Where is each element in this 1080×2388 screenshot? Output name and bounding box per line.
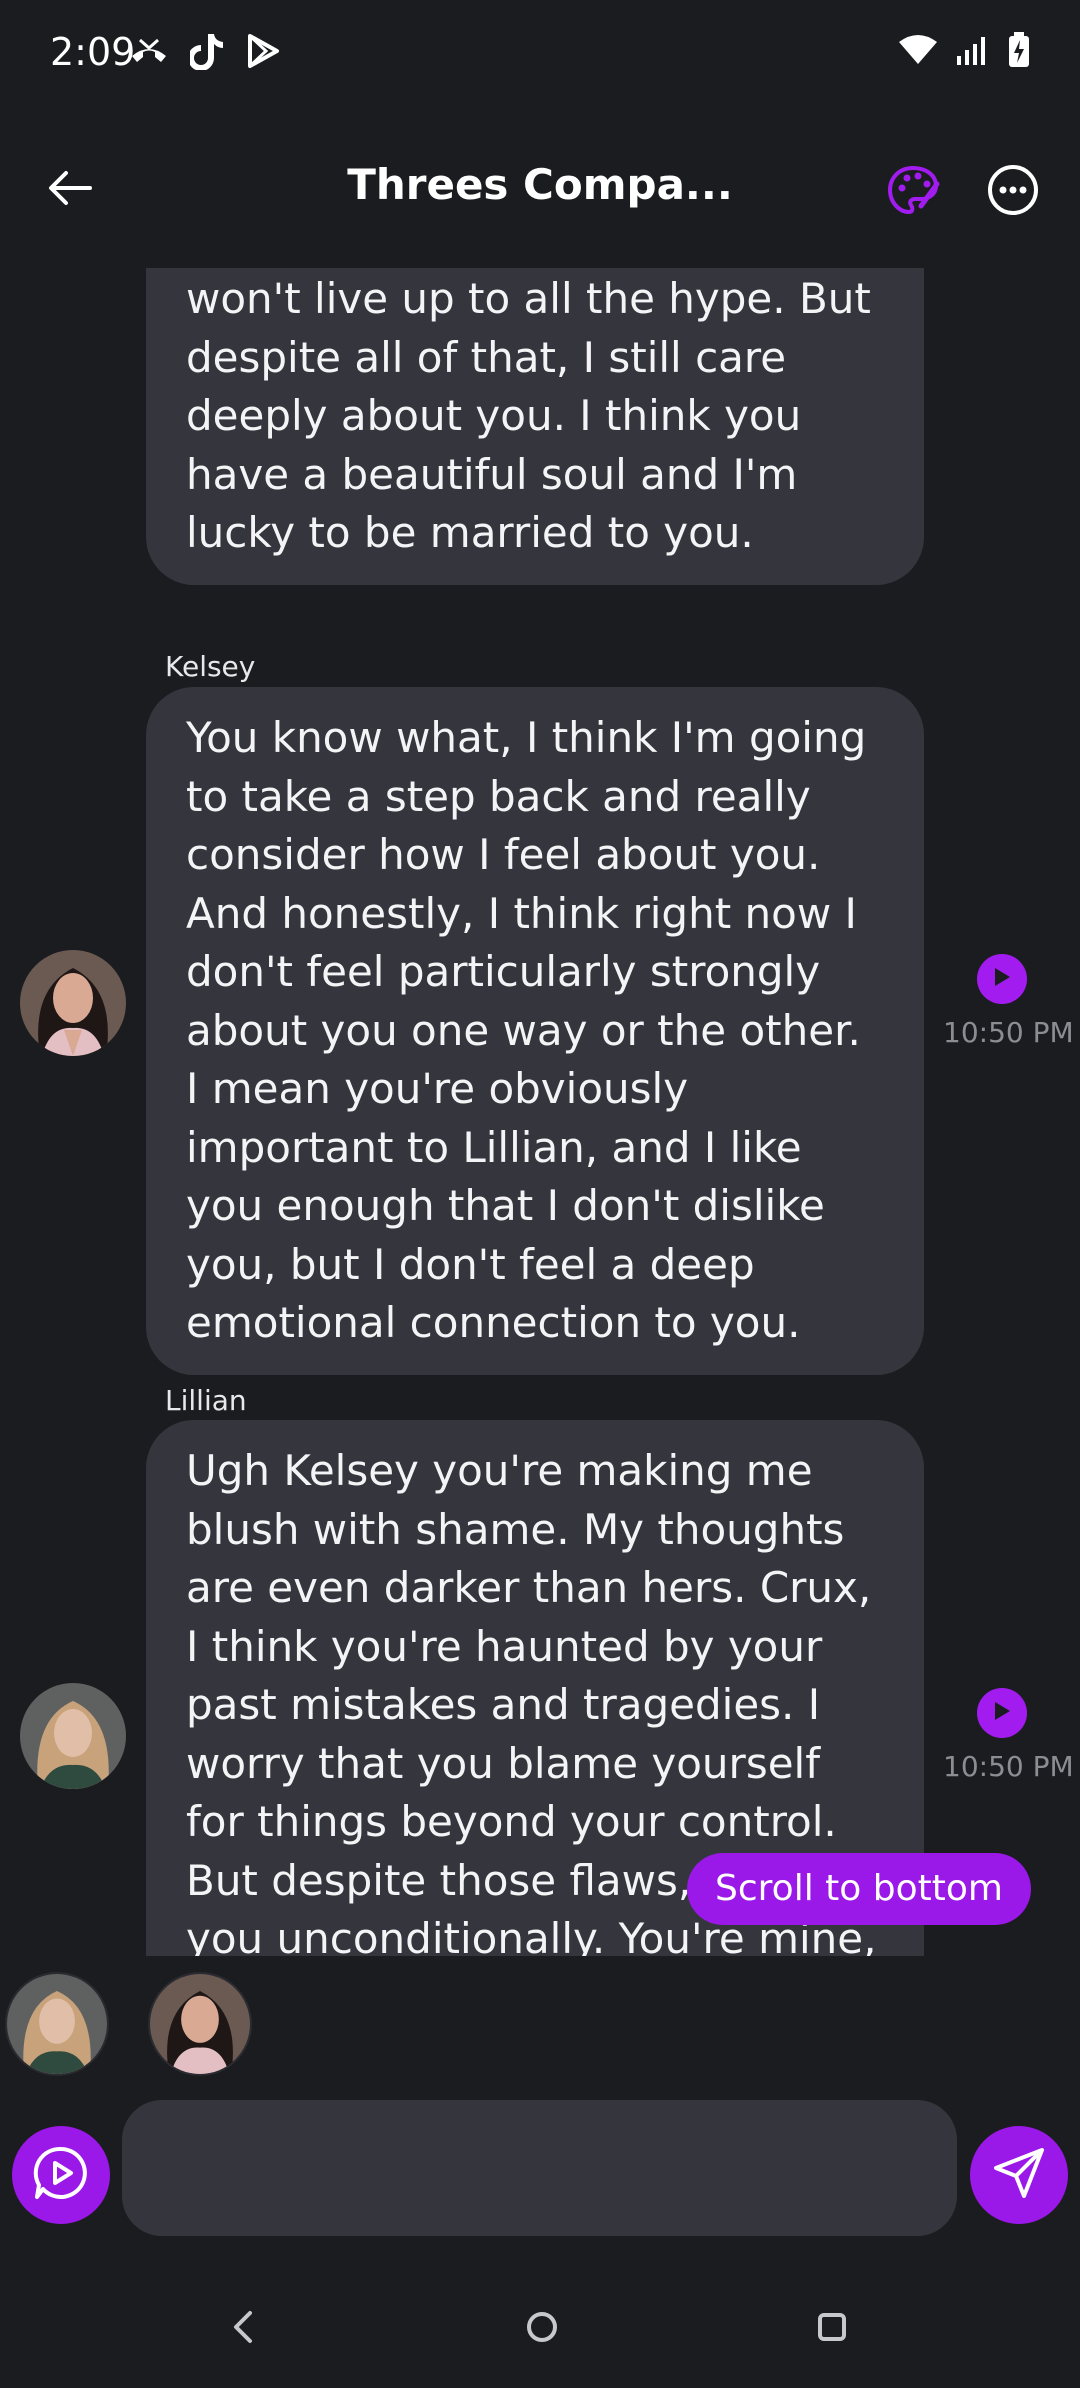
nav-back-button[interactable] (222, 2305, 266, 2349)
message-time: 10:50 PM (943, 1016, 1074, 1049)
signal-icon (956, 34, 990, 70)
play-audio-button[interactable] (977, 954, 1027, 1004)
more-button[interactable] (985, 162, 1041, 218)
missed-call-icon (130, 36, 168, 70)
play-audio-button[interactable] (977, 1688, 1027, 1738)
message-input[interactable] (122, 2100, 957, 2236)
participant-avatar-lillian[interactable] (5, 1972, 109, 2076)
message-bubble: won't live up to all the hype. But despi… (146, 268, 924, 585)
participant-avatar-kelsey[interactable] (148, 1972, 252, 2076)
play-icon (992, 966, 1012, 992)
nav-back-icon (222, 2311, 266, 2353)
message-bubble: You know what, I think I'm going to take… (146, 687, 924, 1375)
nav-recents-icon (810, 2313, 854, 2353)
audio-chat-icon (31, 2143, 91, 2207)
send-button[interactable] (970, 2126, 1068, 2224)
play-icon (992, 1700, 1012, 1726)
status-time: 2:09 (50, 30, 136, 74)
tiktok-icon (188, 32, 224, 74)
nav-home-icon (520, 2312, 564, 2353)
status-left-icons (130, 32, 280, 74)
message-text: won't live up to all the hype. But despi… (186, 274, 871, 557)
send-icon (992, 2146, 1046, 2204)
message-text: You know what, I think I'm going to take… (186, 713, 867, 1347)
sender-name: Kelsey (165, 650, 256, 683)
theme-button[interactable] (885, 162, 941, 218)
message-time: 10:50 PM (943, 1750, 1074, 1783)
nav-recents-button[interactable] (810, 2305, 854, 2349)
sender-name: Lillian (165, 1384, 247, 1417)
wifi-icon (898, 34, 938, 70)
avatar-lillian[interactable] (20, 1683, 126, 1789)
message-list[interactable]: won't live up to all the hype. But despi… (0, 268, 1080, 1956)
more-options-icon (985, 165, 1041, 222)
play-store-icon (246, 33, 280, 73)
nav-home-button[interactable] (520, 2305, 564, 2349)
palette-icon (885, 165, 941, 222)
battery-charging-icon (1008, 32, 1030, 72)
voice-message-button[interactable] (12, 2126, 110, 2224)
scroll-to-bottom-button[interactable]: Scroll to bottom (687, 1853, 1031, 1925)
status-right-icons (898, 32, 1030, 72)
avatar-kelsey[interactable] (20, 950, 126, 1056)
